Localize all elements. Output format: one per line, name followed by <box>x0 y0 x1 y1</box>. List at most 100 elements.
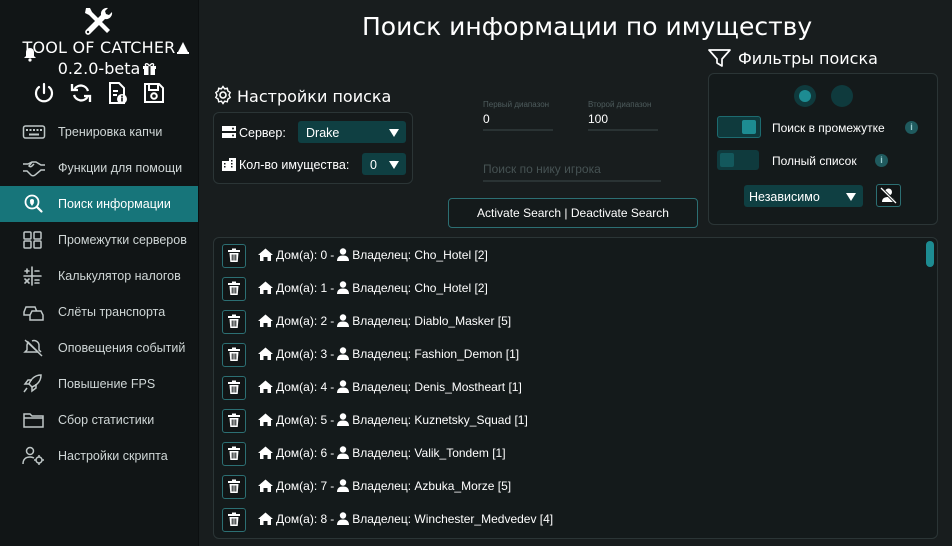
list-item-text: Дом(а): 6- Владелец: Valik_Tondem [1] <box>258 446 506 460</box>
handshake-icon <box>23 161 45 177</box>
server-icon <box>222 126 236 138</box>
nick-search-input[interactable]: Поиск по нику игрока <box>483 162 601 176</box>
list-item-text: Дом(а): 4- Владелец: Denis_Mostheart [1] <box>258 380 522 394</box>
sidebar-item-fps-boost[interactable]: Повышение FPS <box>0 366 198 402</box>
hide-user-button[interactable] <box>876 184 901 207</box>
house-id: 1 <box>320 281 328 295</box>
save-icon[interactable] <box>142 81 166 105</box>
first-range-input[interactable]: 0 <box>483 112 490 126</box>
owner-name: Fashion_Demon [1] <box>414 347 520 361</box>
trash-icon <box>228 314 240 328</box>
results-list[interactable]: Дом(а): 0- Владелец: Cho_Hotel [2] Дом(а)… <box>213 237 938 539</box>
file-info-icon[interactable] <box>105 81 129 105</box>
toggle-search-button[interactable]: Activate Search | Deactivate Search <box>448 198 698 228</box>
delete-button[interactable] <box>222 442 246 466</box>
chevron-down-icon <box>846 193 856 201</box>
delete-button[interactable] <box>222 343 246 367</box>
radio-option-2[interactable] <box>831 85 853 107</box>
user-gear-icon <box>22 446 44 465</box>
sidebar-item-info-search[interactable]: Поиск информации <box>0 186 198 222</box>
house-label: Дом(а): <box>276 413 318 427</box>
list-item: Дом(а): 1- Владелец: Cho_Hotel [2] <box>222 276 912 302</box>
home-icon <box>258 479 273 492</box>
sidebar-nav: Тренировка капчи Функции для помощи Поис… <box>0 114 198 474</box>
owner-label: Владелец: <box>352 479 412 493</box>
sidebar-item-label: Калькулятор налогов <box>58 269 181 283</box>
list-item-text: Дом(а): 1- Владелец: Cho_Hotel [2] <box>258 281 488 295</box>
mode-select[interactable]: Независимо <box>744 185 863 207</box>
sidebar-item-vehicle-slots[interactable]: Слёты транспорта <box>0 294 198 330</box>
house-id: 4 <box>320 380 328 394</box>
folder-icon <box>23 413 44 428</box>
sidebar-item-label: Тренировка капчи <box>58 125 163 139</box>
sidebar-item-captcha-training[interactable]: Тренировка капчи <box>0 114 198 150</box>
sidebar-item-tax-calculator[interactable]: Калькулятор налогов <box>0 258 198 294</box>
full-list-label: Полный список <box>772 154 857 168</box>
home-icon <box>258 281 273 294</box>
server-select[interactable]: Drake <box>298 121 406 143</box>
sidebar-item-event-alerts[interactable]: Оповещения событий <box>0 330 198 366</box>
property-count-value: 0 <box>370 158 377 172</box>
house-label: Дом(а): <box>276 479 318 493</box>
owner-label: Владелец: <box>352 446 412 460</box>
delete-button[interactable] <box>222 244 246 268</box>
delete-button[interactable] <box>222 409 246 433</box>
home-icon <box>258 248 273 261</box>
user-icon <box>337 446 350 459</box>
gift-icon <box>143 63 156 75</box>
list-item-text: Дом(а): 8- Владелец: Winchester_Medvedev … <box>258 512 553 526</box>
user-slash-icon <box>879 186 898 205</box>
trash-icon <box>228 446 240 460</box>
info-icon[interactable]: i <box>905 121 918 134</box>
keyboard-icon <box>22 125 46 139</box>
owner-name: Valik_Tondem [1] <box>414 446 506 460</box>
trash-icon <box>228 281 240 295</box>
list-item-text: Дом(а): 0- Владелец: Cho_Hotel [2] <box>258 248 488 262</box>
sidebar-item-script-settings[interactable]: Настройки скрипта <box>0 438 198 474</box>
user-icon <box>337 413 350 426</box>
sidebar-item-stats-collection[interactable]: Сбор статистики <box>0 402 198 438</box>
property-count-select[interactable]: 0 <box>362 153 406 175</box>
filters-panel: Поиск в промежутке i Полный список i Нез… <box>708 73 938 225</box>
filters-heading-text: Фильтры поиска <box>738 49 878 68</box>
info-icon[interactable]: i <box>875 154 888 167</box>
power-icon[interactable] <box>32 81 56 105</box>
owner-name: Winchester_Medvedev [4] <box>414 512 554 526</box>
house-label: Дом(а): <box>276 380 318 394</box>
reload-icon[interactable] <box>69 81 93 105</box>
radio-option-1[interactable] <box>794 85 816 107</box>
list-item-text: Дом(а): 3- Владелец: Fashion_Demon [1] <box>258 347 519 361</box>
search-settings-panel: Сервер: Drake Кол-во имущества: 0 <box>213 112 413 184</box>
server-label: Сервер: <box>239 126 286 140</box>
sidebar-item-server-ranges[interactable]: Промежутки серверов <box>0 222 198 258</box>
range-search-toggle[interactable] <box>717 116 761 138</box>
user-icon <box>337 512 350 525</box>
delete-button[interactable] <box>222 376 246 400</box>
trash-icon <box>228 479 240 493</box>
owner-label: Владелец: <box>352 248 412 262</box>
sidebar-item-helper-functions[interactable]: Функции для помощи <box>0 150 198 186</box>
owner-label: Владелец: <box>352 314 412 328</box>
delete-button[interactable] <box>222 310 246 334</box>
sidebar-item-label: Повышение FPS <box>58 377 156 391</box>
owner-label: Владелец: <box>352 347 412 361</box>
scrollbar-thumb[interactable] <box>926 241 934 267</box>
sidebar-item-label: Поиск информации <box>58 197 171 211</box>
house-label: Дом(а): <box>276 446 318 460</box>
settings-heading-text: Настройки поиска <box>237 87 392 106</box>
owner-label: Владелец: <box>352 512 412 526</box>
second-range-input[interactable]: 100 <box>588 112 608 126</box>
calculator-icon <box>23 266 42 286</box>
car-icon <box>23 306 44 321</box>
tools-logo-icon <box>85 7 113 35</box>
delete-button[interactable] <box>222 508 246 532</box>
house-id: 0 <box>320 248 328 262</box>
home-icon <box>258 314 273 327</box>
delete-button[interactable] <box>222 475 246 499</box>
delete-button[interactable] <box>222 277 246 301</box>
user-icon <box>337 314 350 327</box>
sidebar: TOOL OF CATCHER 0.2.0-beta Тренировка ка… <box>0 0 199 546</box>
full-list-toggle[interactable] <box>717 150 759 170</box>
house-id: 5 <box>320 413 328 427</box>
house-label: Дом(а): <box>276 314 318 328</box>
